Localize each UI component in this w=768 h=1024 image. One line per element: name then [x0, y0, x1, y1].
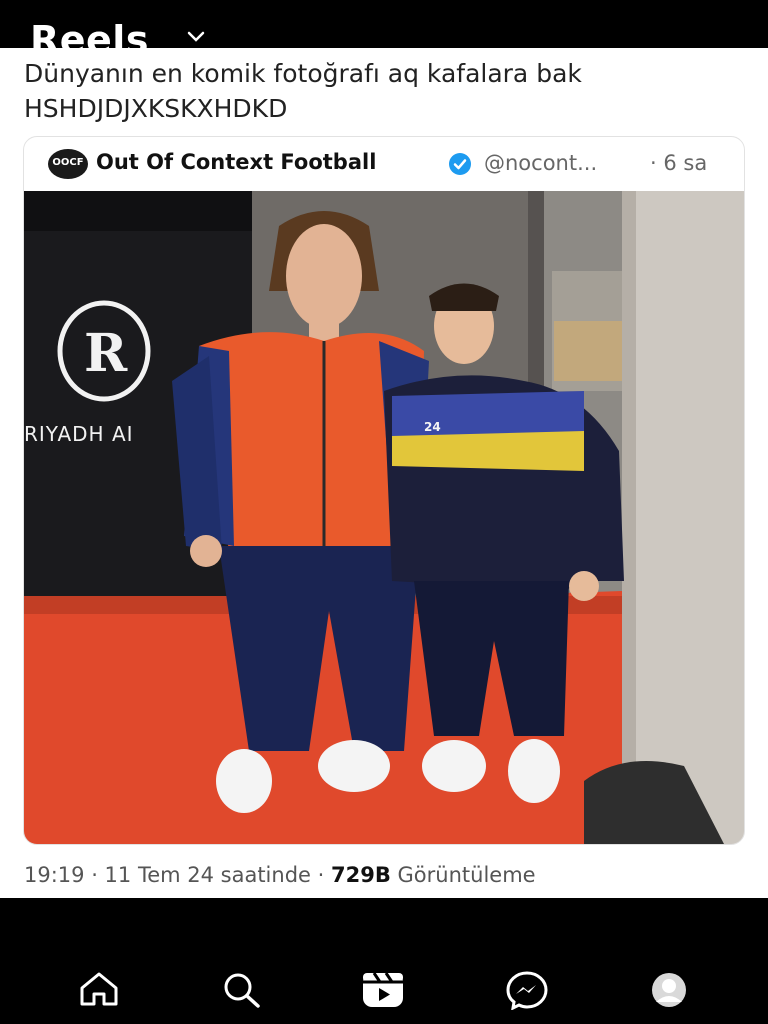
verified-badge-icon [449, 153, 471, 175]
nav-search[interactable] [218, 970, 264, 1010]
tweet-meta: 19:19 · 11 Tem 24 saatinde · 729B Görünt… [24, 863, 536, 887]
author-name[interactable]: Out Of Context Football [96, 150, 376, 174]
concrete-pillar [622, 191, 744, 844]
tweet-photo[interactable]: R RIYADH AI 24 [24, 191, 744, 844]
home-icon [80, 972, 118, 1006]
svg-text:R: R [84, 323, 128, 384]
photo-illustration: R RIYADH AI 24 [24, 191, 744, 844]
nav-home[interactable] [76, 970, 122, 1010]
reels-icon [363, 972, 403, 1007]
views-label: Görüntüleme [397, 863, 536, 887]
avatar-text: OOCF [52, 157, 84, 168]
profile-avatar-icon [652, 973, 686, 1007]
tweet-timestamp: 19:19 · 11 Tem 24 saatinde · [24, 863, 325, 887]
author-handle[interactable]: @nocont... [484, 151, 597, 175]
nav-messenger[interactable] [504, 970, 550, 1010]
top-bar: Reels [0, 0, 768, 48]
views-count: 729B [331, 863, 391, 887]
chevron-down-icon[interactable] [186, 30, 206, 44]
reels-title[interactable]: Reels [30, 16, 149, 48]
messenger-icon [506, 971, 548, 1010]
tweet-card[interactable]: OOCF Out Of Context Football @nocont... … [23, 136, 745, 845]
search-icon [224, 973, 260, 1008]
time-ago: · 6 sa [650, 151, 708, 175]
nav-profile[interactable] [646, 970, 692, 1010]
banner-text: RIYADH AI [24, 422, 134, 446]
jersey-number: 24 [424, 420, 441, 434]
tweet-header: OOCF Out Of Context Football @nocont... … [24, 137, 744, 191]
author-avatar[interactable]: OOCF [48, 149, 88, 179]
post-container: Dünyanın en komik fotoğrafı aq kafalara … [0, 48, 768, 898]
nav-reels[interactable] [360, 970, 406, 1010]
post-caption: Dünyanın en komik fotoğrafı aq kafalara … [24, 59, 582, 123]
bottom-navigation [0, 958, 768, 1024]
